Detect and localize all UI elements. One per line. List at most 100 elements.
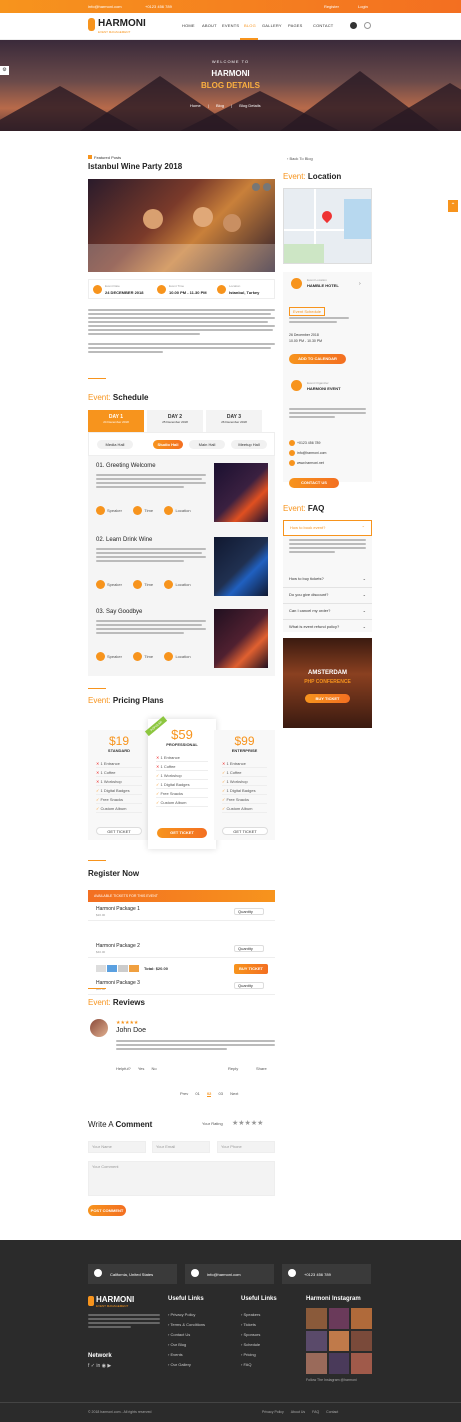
faq-item[interactable]: How to buy tickets? ⌄ — [283, 572, 372, 588]
nav-about[interactable]: ABOUT — [202, 23, 217, 28]
instagram-follow[interactable]: Follow The Instagram @harmoni — [306, 1378, 357, 1382]
share-link[interactable]: Share — [256, 1066, 267, 1071]
topbar-email[interactable]: info@harmoni.com — [88, 4, 122, 9]
location-map[interactable] — [283, 188, 372, 264]
user-icon[interactable] — [350, 22, 357, 29]
comment-textarea[interactable]: Your Comment — [88, 1161, 275, 1196]
nav-blog[interactable]: BLOG — [244, 23, 256, 28]
tab-day-2[interactable]: DAY 2 25 December 2018 — [147, 410, 203, 432]
nav-events[interactable]: EVENTS — [222, 23, 239, 28]
scroll-top-button[interactable]: ⌃ — [448, 200, 458, 212]
share-icon[interactable] — [252, 183, 260, 191]
reviews-title: Event: Reviews — [88, 998, 145, 1007]
review-stars: ★★★★★ — [116, 1020, 139, 1026]
schedule-title: Event: Schedule — [88, 393, 149, 402]
contact-organizer-button[interactable]: CONTACT US — [289, 478, 339, 488]
tab-day-3[interactable]: DAY 3 26 December 2018 — [206, 410, 262, 432]
back-to-blog-link[interactable]: ‹ Back To Blog — [287, 156, 313, 161]
nav-gallery[interactable]: GALLERY — [262, 23, 282, 28]
plan-button[interactable]: GET TICKET — [222, 827, 268, 835]
nav-pages[interactable]: PAGES — [288, 23, 303, 28]
page-1[interactable]: 01 — [195, 1091, 199, 1096]
footer-phone[interactable]: +0123 456 789 — [282, 1264, 371, 1284]
post-comment-button[interactable]: POST COMMENT — [88, 1205, 126, 1216]
register-title: Register Now — [88, 869, 140, 878]
search-icon[interactable] — [364, 22, 371, 29]
page-hero: ⚙ WELCOME TO HARMONI BLOG DETAILS Home |… — [0, 40, 461, 131]
brand-name[interactable]: HARMONI — [98, 18, 146, 29]
footer-bottom-links: Privacy Policy About Us FAQ Contact — [262, 1410, 339, 1414]
schedule-item-meta: Speaker Time Location — [96, 652, 206, 664]
quantity-select[interactable]: Quantity — [234, 982, 264, 989]
crumb-current: Blog Details — [239, 103, 261, 108]
venue-icon — [291, 278, 302, 289]
rating-stars[interactable]: ★★★★★ — [232, 1119, 263, 1127]
quantity-select[interactable]: Quantity — [234, 908, 264, 915]
banner-buy-button[interactable]: BUY TICKET — [305, 694, 350, 703]
brand-tagline: EVENT MANAGEMENT — [98, 30, 131, 34]
hall-tab-studio[interactable]: Studio Hall — [153, 440, 183, 449]
ticket-row: Harmoni Package 2 $40.00 Quantity — [88, 940, 275, 958]
plan-button[interactable]: GET TICKET — [157, 828, 207, 838]
faq-item[interactable]: Do you give discount? ⌄ — [283, 588, 372, 604]
hall-tab-meetup[interactable]: Meetup Hall — [231, 440, 267, 449]
crumb-home[interactable]: Home — [190, 103, 201, 108]
heart-icon[interactable] — [263, 183, 271, 191]
faq-item[interactable]: Can I cancel my order? ⌄ — [283, 604, 372, 620]
register-link[interactable]: Register — [324, 4, 339, 9]
add-to-calendar-button[interactable]: ADD TO CALENDAR — [289, 354, 346, 364]
hall-tab-media[interactable]: Media Hall — [97, 440, 133, 449]
meta-time-value: 10.00 PM - 11.30 PM — [169, 290, 207, 295]
network-title: Network — [88, 1353, 112, 1359]
nav-home[interactable]: HOME — [182, 23, 195, 28]
meta-location-label: Location — [229, 284, 241, 288]
hero-subtitle: BLOG DETAILS — [201, 81, 260, 90]
register-total: Total: $20.00 — [144, 966, 168, 971]
organizer-phone[interactable]: +0123 456 789 — [289, 440, 320, 446]
nav-contact[interactable]: CONTACT — [313, 23, 333, 28]
meta-date-value: 24 DECEMBER 2018 — [105, 290, 144, 295]
helpful-yes[interactable]: Yes — [138, 1066, 145, 1071]
pagination: Prev 01 02 03 Next — [180, 1091, 238, 1097]
conference-banner[interactable]: AMSTERDAM PHP CONFERENCE BUY TICKET — [283, 638, 372, 728]
breadcrumb: Home | Blog | Blog Details — [190, 103, 261, 108]
organizer-name: HARMONI EVENT — [307, 386, 341, 391]
social-icons[interactable]: f ✓ in ◉ ▶ — [88, 1363, 111, 1369]
login-link[interactable]: Login — [358, 4, 368, 9]
page-3[interactable]: 03 — [219, 1091, 223, 1096]
hero-kicker: WELCOME TO — [211, 59, 250, 64]
organizer-website[interactable]: www.harmoni.net — [289, 460, 324, 466]
crumb-blog[interactable]: Blog — [216, 103, 224, 108]
email-field[interactable]: Your Email — [152, 1141, 210, 1153]
faq-item[interactable]: What is event refund policy? ⌄ — [283, 620, 372, 636]
register-header: AVAILABLE TICKETS FOR THIS EVENT — [88, 890, 275, 902]
quantity-select[interactable]: Quantity — [234, 945, 264, 952]
useful-links-list: › Privacy Policy › Terms & Conditions › … — [168, 1312, 206, 1367]
reply-link[interactable]: Reply — [228, 1066, 238, 1071]
main-nav: HARMONI EVENT MANAGEMENT HOME ABOUT EVEN… — [0, 13, 461, 40]
faq-item-open[interactable]: How to book event? ⌃ — [283, 520, 372, 536]
page-2[interactable]: 02 — [206, 1091, 212, 1097]
topbar-phone[interactable]: +0123 456 789 — [145, 4, 172, 9]
page-next[interactable]: Next — [230, 1091, 238, 1096]
footer-email[interactable]: info@harmoni.com — [185, 1264, 274, 1284]
footer-address: California, United States — [88, 1264, 177, 1284]
phone-field[interactable]: Your Phone — [217, 1141, 275, 1153]
map-pin-icon — [319, 208, 335, 224]
footer: California, United States info@harmoni.c… — [0, 1240, 461, 1422]
ticket-row: Harmoni Package 1 $20.00 Quantity — [88, 903, 275, 921]
plan-standard: $19 STANDARD ✕ 1 Entrance ✕ 1 Coffee ✕ 1… — [88, 730, 150, 840]
name-field[interactable]: Your Name — [88, 1141, 146, 1153]
schedule-item-title: 01. Greeting Welcome — [96, 463, 156, 469]
plan-button[interactable]: GET TICKET — [96, 827, 142, 835]
tab-day-1[interactable]: DAY 1 24 December 2018 — [88, 410, 144, 432]
helpful-no[interactable]: No — [151, 1066, 156, 1071]
post-title: Istanbul Wine Party 2018 — [88, 162, 183, 171]
footer-brand[interactable]: HARMONI — [96, 1295, 134, 1304]
organizer-email[interactable]: info@harmoni.com — [289, 450, 326, 456]
hall-tabs: Media Hall Studio Hall Main Hall Meetup … — [88, 432, 275, 456]
page-prev[interactable]: Prev — [180, 1091, 188, 1096]
post-category: Featured Posts — [88, 155, 121, 160]
buy-ticket-button[interactable]: BUY TICKET — [234, 964, 268, 974]
hall-tab-main[interactable]: Main Hall — [189, 440, 225, 449]
